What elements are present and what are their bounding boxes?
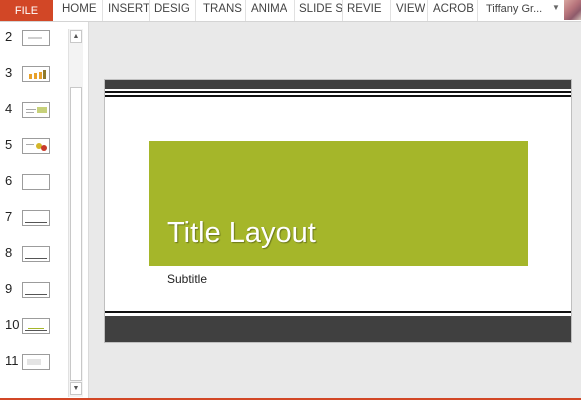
slide-thumbnail[interactable] xyxy=(22,354,50,370)
slide-number: 2 xyxy=(5,29,13,44)
slide-thumbnail[interactable] xyxy=(22,66,50,82)
tab-animations[interactable]: ANIMA xyxy=(251,0,287,21)
slide-thumbnail[interactable] xyxy=(22,102,50,118)
tab-separator xyxy=(294,0,295,21)
slide-thumbnail[interactable] xyxy=(22,30,50,46)
slide-rule-line xyxy=(105,311,571,313)
slide-thumbnail[interactable] xyxy=(22,210,50,226)
tab-view[interactable]: VIEW xyxy=(396,0,425,21)
ribbon-tab-bar: FILE HOME INSERT DESIG TRANS ANIMA SLIDE… xyxy=(0,0,581,22)
tab-insert[interactable]: INSERT xyxy=(108,0,150,21)
avatar[interactable] xyxy=(564,0,581,20)
slide-thumbnail[interactable] xyxy=(22,282,50,298)
tab-separator xyxy=(102,0,103,21)
title-placeholder[interactable]: Title Layout xyxy=(149,141,528,266)
tab-home[interactable]: HOME xyxy=(62,0,97,21)
slide-rule-line xyxy=(105,95,571,97)
tab-transitions[interactable]: TRANS xyxy=(203,0,242,21)
slide-thumbnail[interactable] xyxy=(22,246,50,262)
slide-number: 4 xyxy=(5,101,13,116)
slide-bottom-band xyxy=(105,316,571,342)
chevron-down-icon[interactable]: ▼ xyxy=(552,3,560,12)
thumbnail-scrollbar[interactable]: ▲ ▼ xyxy=(68,29,83,397)
slide-number: 7 xyxy=(5,209,13,224)
tab-separator xyxy=(342,0,343,21)
tab-separator xyxy=(390,0,391,21)
slide-number: 9 xyxy=(5,281,13,296)
tab-design[interactable]: DESIG xyxy=(154,0,190,21)
slide-number: 11 xyxy=(5,353,19,368)
slide-thumbnail[interactable] xyxy=(22,138,50,154)
scrollbar-thumb[interactable] xyxy=(70,87,82,381)
tab-separator xyxy=(149,0,150,21)
tab-slide-show[interactable]: SLIDE S xyxy=(299,0,343,21)
slide-thumbnail[interactable] xyxy=(22,318,50,334)
slide-number: 3 xyxy=(5,65,13,80)
slide-rule-line xyxy=(105,91,571,93)
slide-thumbnail[interactable] xyxy=(22,174,50,190)
slide-number: 5 xyxy=(5,137,13,152)
slide-preview[interactable]: Title Layout Subtitle xyxy=(104,79,572,343)
tab-separator xyxy=(477,0,478,21)
slide-subtitle[interactable]: Subtitle xyxy=(167,272,207,286)
triangle-up-icon[interactable]: ▲ xyxy=(70,30,82,43)
tab-separator xyxy=(195,0,196,21)
tab-separator xyxy=(427,0,428,21)
slide-number: 8 xyxy=(5,245,13,260)
file-tab[interactable]: FILE xyxy=(0,0,53,21)
tab-review[interactable]: REVIE xyxy=(347,0,382,21)
slide-top-band xyxy=(105,80,571,89)
slide-number: 6 xyxy=(5,173,13,188)
tab-separator xyxy=(245,0,246,21)
slide-number: 10 xyxy=(5,317,20,332)
account-name[interactable]: Tiffany Gr... xyxy=(486,0,542,21)
slide-title[interactable]: Title Layout xyxy=(167,217,316,250)
tab-acrobat[interactable]: ACROB xyxy=(433,0,474,21)
triangle-down-icon[interactable]: ▼ xyxy=(70,382,82,395)
